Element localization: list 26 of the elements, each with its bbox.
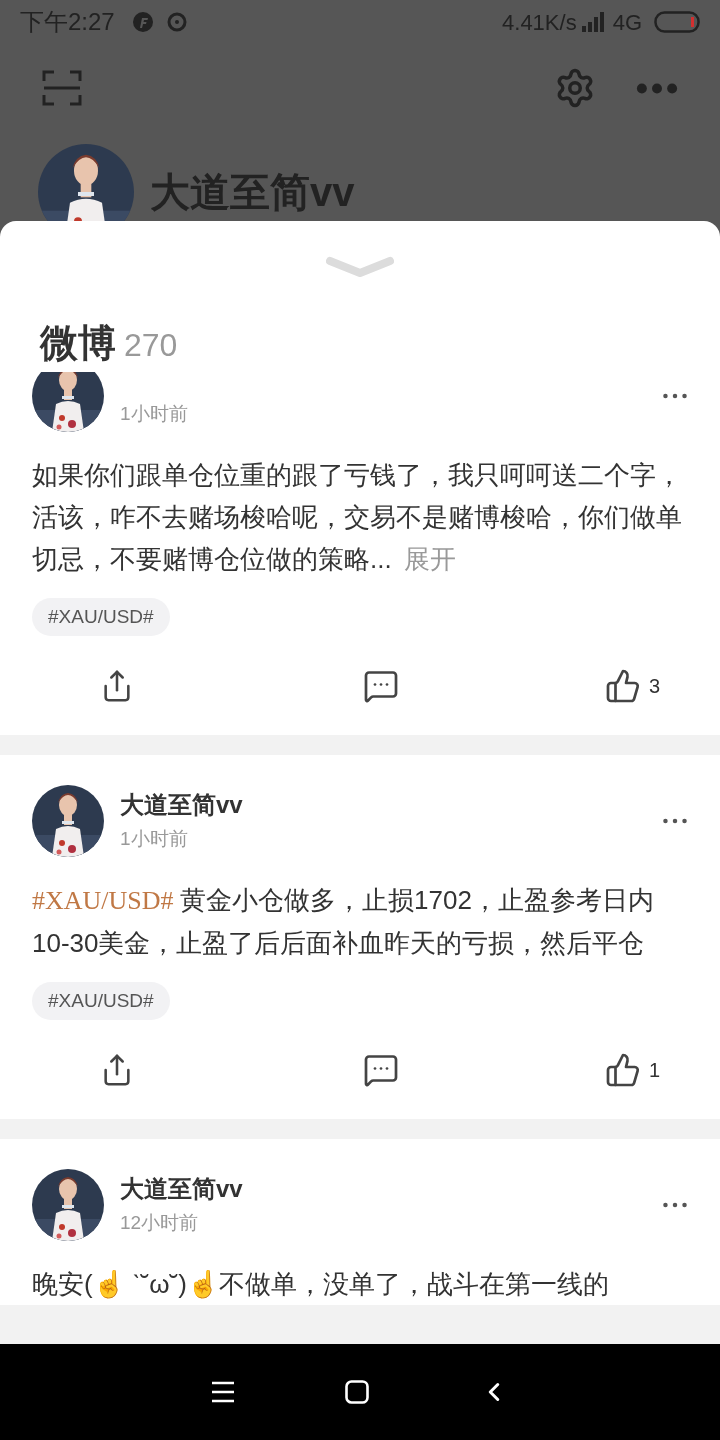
post-time: 1小时前 (120, 402, 189, 426)
app-notification-icon (130, 10, 155, 34)
post-count: 270 (124, 326, 178, 365)
author-name[interactable]: 大道至简vv (120, 789, 662, 821)
author-name[interactable]: 大道至简vv (120, 1173, 662, 1205)
more-icon[interactable] (662, 817, 688, 825)
topic-tag[interactable]: #XAU/USD# (32, 598, 170, 636)
post-text: 如果你们跟单仓位重的跟了亏钱了，我只呵呵送二个字，活该，咋不去赌场梭哈呢，交易不是赌博梭哈，你们做单切忌，不要赌博仓位做的策略... 展开 (32, 459, 683, 576)
more-icon[interactable] (662, 1201, 688, 1209)
like-count: 3 (648, 673, 660, 699)
post-time: 1小时前 (120, 827, 189, 851)
post-text: #XAU/USD# 黄金小仓做多，止损1702，止盈参考日内10-30美金，止盈了后后面补血昨天的亏损，然后平仓 (32, 884, 655, 960)
menu-icon[interactable] (211, 1381, 235, 1403)
like-icon[interactable] (604, 667, 641, 704)
signal-icon (580, 12, 605, 32)
topic-tag[interactable]: #XAU/USD# (32, 982, 170, 1020)
home-icon[interactable] (345, 1380, 369, 1404)
topic-link[interactable]: #XAU/USD# (32, 886, 181, 915)
sheet-title: 微博 (40, 321, 116, 365)
post-time: 12小时前 (120, 1211, 200, 1235)
more-icon[interactable] (662, 392, 688, 400)
battery-icon (654, 11, 700, 33)
post-text: 晚安(☝ ˋ˘ω˘)☝不做单，没单了，战斗在第一线的 (32, 1268, 610, 1301)
like-icon[interactable] (604, 1051, 641, 1088)
music-notification-icon (166, 11, 189, 33)
like-count: 1 (648, 1057, 660, 1083)
